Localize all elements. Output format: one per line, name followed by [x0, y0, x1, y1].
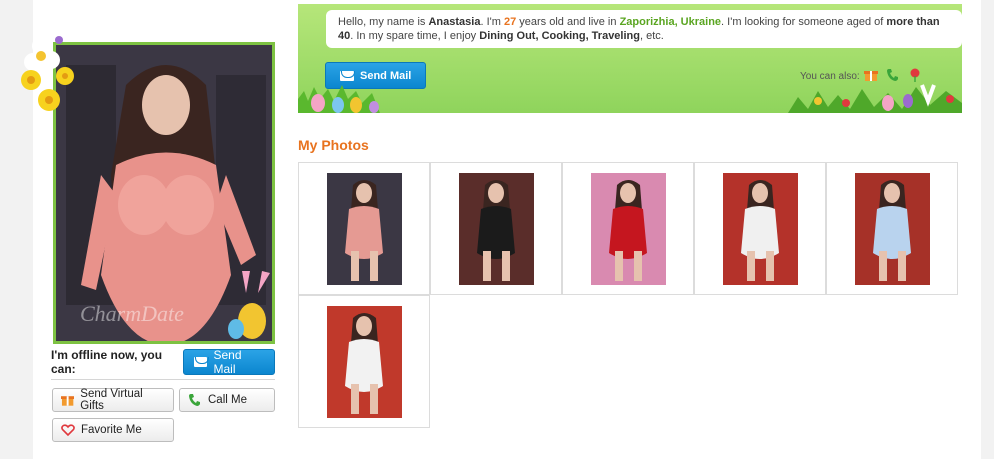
send-mail-button[interactable]: Send Mail [183, 348, 275, 376]
send-virtual-gifts-label: Send Virtual Gifts [80, 388, 143, 412]
profile-page: CharmDate I'm offline now, you can: Send… [21, 0, 981, 459]
call-me-label: Call Me [208, 394, 247, 406]
bio-banner: Hello, my name is Anastasia. I'm 27 year… [298, 4, 962, 113]
bio-text-part: . I'm looking for someone aged of [721, 16, 887, 28]
profile-location: Zaporizhia, Ukraine [619, 16, 722, 28]
photo-cell [298, 295, 430, 428]
favorite-me-button[interactable]: Favorite Me [52, 418, 174, 442]
photo-thumbnail[interactable] [723, 173, 798, 285]
profile-interests: Dining Out, Cooking, Traveling [479, 30, 640, 42]
watermark: CharmDate [80, 301, 184, 326]
send-mail-label: Send Mail [213, 348, 242, 376]
bio-text: Hello, my name is Anastasia. I'm 27 year… [326, 10, 962, 48]
profile-age: 27 [503, 16, 517, 28]
my-photos-title: My Photos [298, 137, 369, 153]
favorite-me-label: Favorite Me [81, 424, 142, 436]
phone-icon [189, 394, 200, 406]
photo-cell [430, 162, 562, 295]
send-virtual-gifts-button[interactable]: Send Virtual Gifts [52, 388, 174, 412]
gift-icon [61, 396, 75, 406]
mail-icon [194, 357, 208, 367]
bio-text-part: , etc. [639, 30, 664, 42]
photo-thumbnail[interactable] [327, 173, 402, 285]
photo-thumbnail[interactable] [591, 173, 666, 285]
call-me-button[interactable]: Call Me [179, 388, 275, 412]
easter-decoration-icon [298, 84, 962, 113]
offline-status-text: I'm offline now, you can: [51, 348, 163, 376]
photo-thumbnail[interactable] [327, 306, 402, 418]
bio-text-part: . I'm [480, 16, 504, 28]
profile-name: Anastasia [428, 16, 481, 28]
bio-text-part: Hello, my name is [338, 16, 429, 28]
photo-thumbnail[interactable] [459, 173, 534, 285]
photo-cell [826, 162, 958, 295]
bio-text-part: years old and live in [516, 16, 620, 28]
photo-cell [298, 162, 430, 295]
bio-text-part: . In my spare time, I enjoy [350, 30, 480, 42]
offline-row: I'm offline now, you can: Send Mail [51, 348, 275, 376]
photo-cell [694, 162, 826, 295]
heart-icon [61, 424, 75, 437]
flowers-decoration-icon [21, 36, 74, 111]
divider [51, 379, 275, 380]
photo-thumbnail[interactable] [855, 173, 930, 285]
photo-cell [562, 162, 694, 295]
